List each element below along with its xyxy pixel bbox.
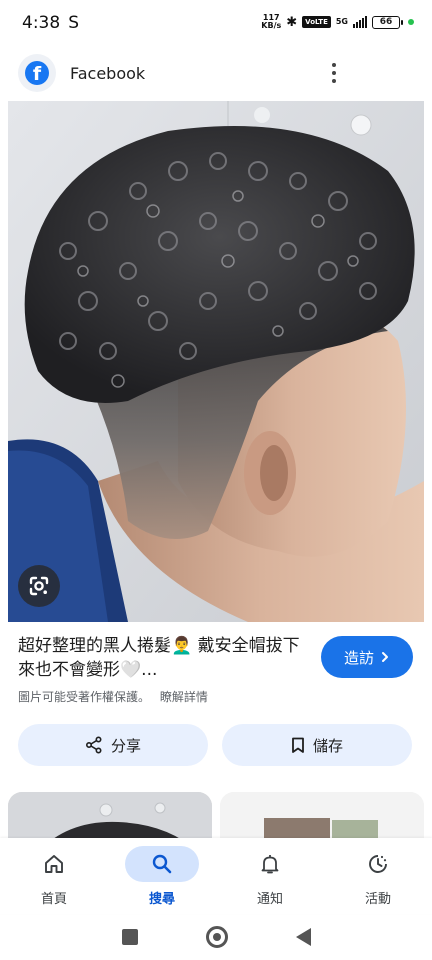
home-button[interactable] xyxy=(205,926,228,948)
source-header: f Facebook xyxy=(0,46,432,100)
home-icon xyxy=(45,855,63,873)
signal-icon xyxy=(353,16,367,28)
visit-label: 造訪 xyxy=(343,648,374,667)
chevron-right-icon xyxy=(382,652,388,662)
learn-more-link[interactable]: 瞭解詳情 xyxy=(160,690,208,704)
bookmark-icon xyxy=(292,737,304,753)
system-navigation-bar xyxy=(0,914,432,960)
net-speed: 117 KB/s xyxy=(261,13,282,30)
bell-icon xyxy=(261,855,279,874)
search-icon xyxy=(152,854,172,874)
share-label: 分享 xyxy=(110,736,141,755)
carrier-indicator: S xyxy=(68,13,79,33)
visit-button[interactable]: 造訪 xyxy=(321,636,413,678)
copyright-text: 圖片可能受著作權保護。 xyxy=(18,690,151,704)
bluetooth-icon: ✱ xyxy=(286,14,298,30)
recent-apps-button[interactable] xyxy=(121,929,138,945)
facebook-logo: f xyxy=(18,54,56,92)
status-time: 4:38 xyxy=(22,13,61,33)
more-vert-icon[interactable] xyxy=(322,60,346,86)
nav-label-home: 首頁 xyxy=(40,892,67,907)
result-image[interactable] xyxy=(8,101,424,622)
status-icons: 117 KB/s ✱ VoLTE 5G 66 xyxy=(261,14,414,30)
save-label: 儲存 xyxy=(312,736,343,755)
nav-item-notifications[interactable]: 通知 xyxy=(216,838,324,914)
network-type: 5G xyxy=(335,17,348,26)
volte-icon: VoLTE xyxy=(302,16,331,28)
share-icon xyxy=(85,736,102,754)
nav-item-activity[interactable]: 活動 xyxy=(324,838,432,914)
nav-label-search: 搜尋 xyxy=(148,892,175,907)
battery-icon: 66 xyxy=(372,15,403,29)
nav-label-activity: 活動 xyxy=(364,892,391,907)
save-button[interactable]: 儲存 xyxy=(222,724,412,766)
activity-icon xyxy=(369,855,387,873)
google-lens-icon xyxy=(29,576,49,596)
hairstyle-photo xyxy=(8,101,424,622)
google-lens-button[interactable] xyxy=(18,565,60,607)
facebook-logo-icon: f xyxy=(25,61,49,85)
result-title[interactable]: 超好整理的黑人捲髮👨‍🦱 戴安全帽拔下來也不會變形🤍... xyxy=(18,634,303,682)
share-button[interactable]: 分享 xyxy=(18,724,208,766)
back-button[interactable] xyxy=(295,928,311,946)
bottom-navigation: 首頁 搜尋 通知 活動 xyxy=(0,838,432,914)
nav-label-notifications: 通知 xyxy=(256,892,283,907)
nav-item-home[interactable]: 首頁 xyxy=(0,838,108,914)
privacy-indicator-dot xyxy=(408,19,414,25)
copyright-notice: 圖片可能受著作權保護。 瞭解詳情 xyxy=(18,688,208,705)
nav-item-search[interactable]: 搜尋 xyxy=(108,838,216,914)
status-bar: 4:38 S 117 KB/s ✱ VoLTE 5G 66 xyxy=(0,0,432,46)
source-name: Facebook xyxy=(70,63,146,83)
